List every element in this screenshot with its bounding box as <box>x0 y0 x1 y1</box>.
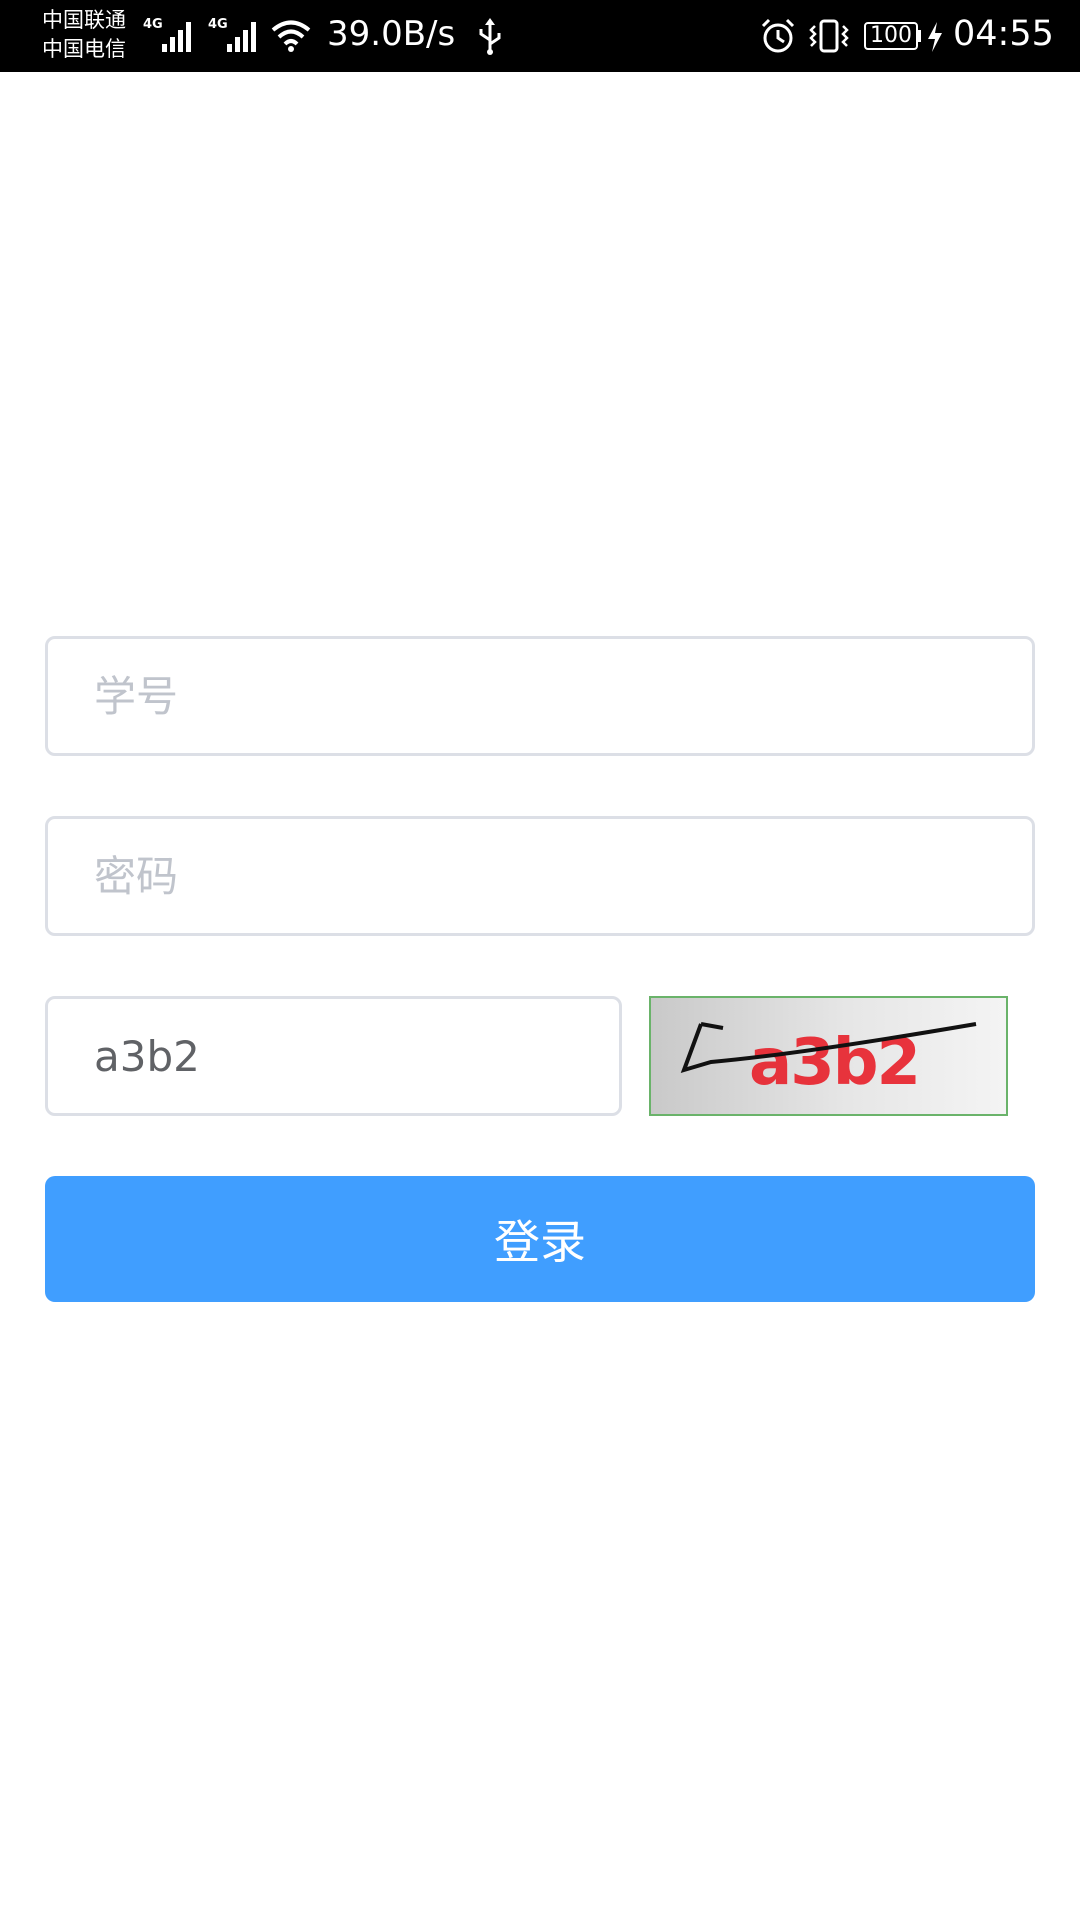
clock-label: 04:55 <box>953 14 1054 54</box>
wifi-icon <box>271 20 311 52</box>
battery-icon: 100 <box>864 22 918 50</box>
vibrate-icon <box>809 19 849 53</box>
status-bar: 中国联通 中国电信 4G 4G 39.0B/s 100 04:55 <box>0 0 1080 72</box>
login-button[interactable]: 登录 <box>45 1176 1035 1302</box>
login-screen: 中国联通 中国电信 4G 4G 39.0B/s 100 04:55 学号 a3b… <box>0 0 1080 1920</box>
student-id-field[interactable] <box>45 636 1035 756</box>
charging-icon <box>928 22 942 52</box>
password-input[interactable] <box>48 819 1032 933</box>
network-speed-label: 39.0B/s <box>327 14 456 54</box>
usb-icon <box>479 18 501 55</box>
captcha-input[interactable] <box>48 999 619 1113</box>
signal-2-icon <box>227 22 256 52</box>
password-field[interactable] <box>45 816 1035 936</box>
carrier-1-label: 中国联通 <box>42 8 126 32</box>
captcha-graphic: a3b2 <box>680 1022 977 1100</box>
captcha-field[interactable] <box>45 996 622 1116</box>
carrier-2-label: 中国电信 <box>42 37 126 61</box>
alarm-icon <box>761 18 795 53</box>
signal-1-icon <box>162 22 191 52</box>
battery-level-label: 100 <box>870 23 912 48</box>
student-id-input[interactable] <box>48 639 1032 753</box>
captcha-image[interactable]: a3b2 <box>649 996 1008 1116</box>
carrier-info: 中国联通 中国电信 <box>42 6 126 64</box>
battery-tip <box>918 30 921 42</box>
